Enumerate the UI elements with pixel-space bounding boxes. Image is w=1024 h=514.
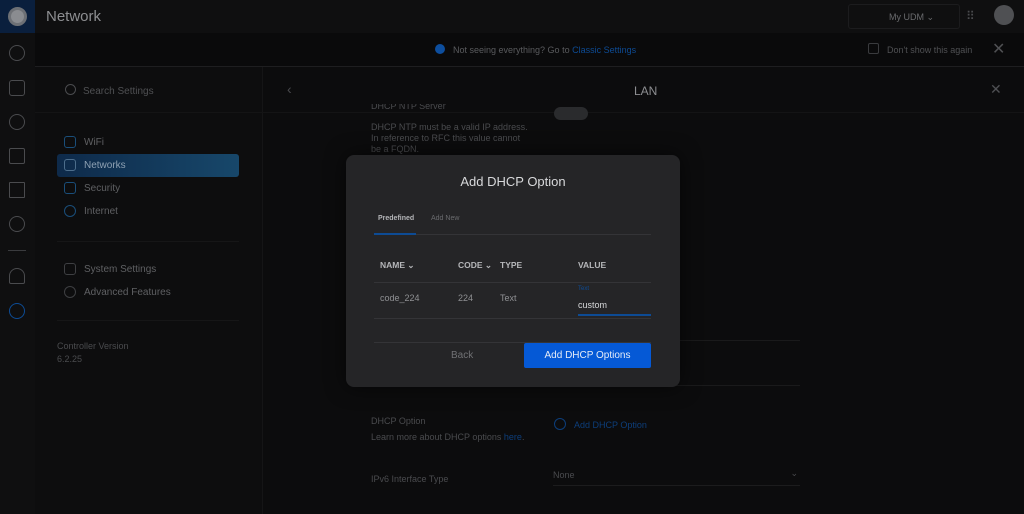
bell-icon[interactable] <box>9 268 25 284</box>
modal-title: Add DHCP Option <box>460 174 566 189</box>
logo-icon <box>8 7 27 26</box>
device-selector[interactable]: My UDM ⌄ <box>848 4 960 29</box>
tab-add-new[interactable]: Add New <box>431 215 459 222</box>
sidebar-item-label: Networks <box>84 160 126 171</box>
column-name[interactable]: NAME ⌄ <box>380 260 415 271</box>
network-icon <box>64 159 76 171</box>
dhcp-option-label: DHCP Option <box>371 416 426 426</box>
gear-icon[interactable] <box>9 303 25 319</box>
sidebar-item-label: System Settings <box>84 264 157 275</box>
info-banner: Not seeing everything? Go to Classic Set… <box>35 33 1024 67</box>
topology-icon[interactable] <box>9 80 25 96</box>
device-name: My UDM <box>889 12 924 22</box>
sidebar-item-label: WiFi <box>84 137 104 148</box>
version-label: Controller Version <box>57 341 129 351</box>
tab-predefined[interactable]: Predefined <box>378 215 414 222</box>
divider <box>374 318 651 319</box>
wifi-icon <box>64 136 76 148</box>
add-dhcp-option-modal: Add DHCP Option Predefined Add New NAME … <box>346 155 680 387</box>
sidebar-item-security[interactable]: Security <box>57 177 239 200</box>
add-dhcp-options-button[interactable]: Add DHCP Options <box>524 343 651 368</box>
dashboard-icon[interactable] <box>9 45 25 61</box>
panel-title: LAN <box>634 84 658 98</box>
avatar[interactable] <box>994 5 1014 25</box>
globe-icon <box>64 205 76 217</box>
sidebar-item-advanced-features[interactable]: Advanced Features <box>57 281 239 304</box>
sidebar-item-label: Security <box>84 183 121 194</box>
tools-icon <box>64 286 76 298</box>
sidebar-item-label: Internet <box>84 206 118 217</box>
dont-show-checkbox[interactable] <box>868 43 879 54</box>
close-banner-icon[interactable]: ✕ <box>992 39 1005 59</box>
banner-text: Not seeing everything? Go to <box>453 45 573 55</box>
column-type: TYPE <box>500 260 523 270</box>
column-value: VALUE <box>578 260 607 270</box>
value-input[interactable]: custom <box>578 300 651 316</box>
plus-circle-icon <box>554 418 566 430</box>
column-label: NAME <box>380 260 406 270</box>
row-code: 224 <box>458 293 474 303</box>
statistics-icon[interactable] <box>9 182 25 198</box>
chevron-down-icon: ⌄ <box>790 468 798 478</box>
apps-grid-icon[interactable]: ⠿ <box>966 9 976 23</box>
dhcp-help: Learn more about DHCP options <box>371 432 504 442</box>
divider <box>57 320 239 321</box>
back-chevron-icon[interactable]: ‹ <box>287 81 292 97</box>
checkbox-label: Don't show this again <box>887 45 973 55</box>
search-input[interactable]: Search Settings <box>83 86 154 97</box>
left-nav <box>0 33 35 514</box>
row-name: code_224 <box>380 293 420 303</box>
column-label: CODE <box>458 260 483 270</box>
settings-sidebar: Search Settings WiFi Networks Security I… <box>35 67 263 514</box>
sidebar-item-label: Advanced Features <box>84 287 171 298</box>
divider <box>35 112 263 113</box>
ipv6-select[interactable]: None ⌄ <box>553 468 800 486</box>
ntp-help: DHCP NTP must be a valid IP address. In … <box>371 122 528 154</box>
row-type: Text <box>500 293 517 303</box>
sidebar-item-networks[interactable]: Networks <box>57 154 239 177</box>
clients-icon[interactable] <box>9 148 25 164</box>
shield-icon <box>64 182 76 194</box>
ipv6-value: None <box>553 470 575 480</box>
dhcp-help-link[interactable]: here <box>504 432 522 442</box>
sidebar-item-system-settings[interactable]: System Settings <box>57 258 239 281</box>
toggles-icon <box>64 263 76 275</box>
app-title: Network <box>46 8 102 25</box>
classic-settings-link[interactable]: Classic Settings <box>572 45 636 55</box>
ipv6-label: IPv6 Interface Type <box>371 474 449 484</box>
ntp-title: DHCP NTP Server <box>371 104 446 111</box>
version-value: 6.2.25 <box>57 354 83 364</box>
devices-icon[interactable] <box>9 114 25 130</box>
dhcp-help-end: . <box>521 432 525 442</box>
value-field-label: Text <box>578 286 590 292</box>
sidebar-item-wifi[interactable]: WiFi <box>57 131 239 154</box>
divider <box>8 250 26 251</box>
ntp-toggle[interactable] <box>554 107 588 120</box>
column-code[interactable]: CODE ⌄ <box>458 260 492 271</box>
search-icon <box>65 84 76 95</box>
sidebar-item-internet[interactable]: Internet <box>57 200 239 223</box>
close-panel-icon[interactable]: ✕ <box>990 81 1002 98</box>
add-dhcp-option-link[interactable]: Add DHCP Option <box>574 420 647 430</box>
active-tab-indicator <box>374 233 416 235</box>
unifi-logo[interactable] <box>0 0 35 33</box>
divider <box>374 282 651 283</box>
divider <box>57 241 239 242</box>
info-icon <box>435 44 445 54</box>
back-button[interactable]: Back <box>451 350 473 361</box>
insights-icon[interactable] <box>9 216 25 232</box>
